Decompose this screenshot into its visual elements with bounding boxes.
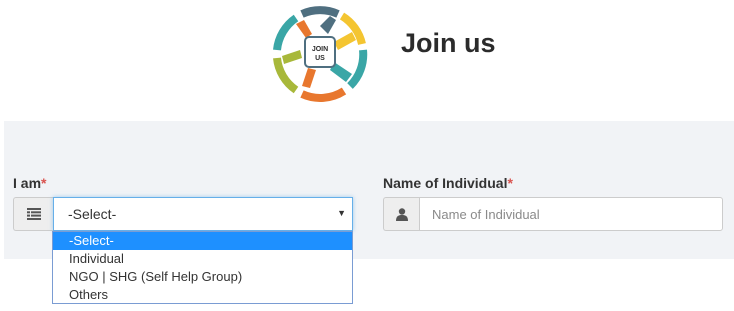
required-mark: *: [41, 175, 47, 191]
option-ngo-shg[interactable]: NGO | SHG (Self Help Group): [53, 268, 352, 286]
name-addon: [383, 197, 420, 231]
i-am-label-text: I am: [13, 175, 42, 191]
name-label-text: Name of Individual: [383, 175, 508, 191]
option-select[interactable]: -Select-: [53, 232, 352, 250]
name-of-individual-input[interactable]: [419, 197, 723, 231]
page-header: JOIN US Join us: [0, 0, 734, 121]
i-am-dropdown-list[interactable]: -Select- Individual NGO | SHG (Self Help…: [52, 231, 353, 304]
user-icon: [396, 207, 408, 221]
option-individual[interactable]: Individual: [53, 250, 352, 268]
i-am-selected-value: -Select-: [68, 206, 117, 222]
page-title: Join us: [401, 28, 496, 58]
logo-text-join: JOIN: [312, 46, 328, 53]
join-us-logo: JOIN US: [272, 6, 368, 102]
required-mark: *: [507, 175, 513, 191]
name-label: Name of Individual*: [383, 175, 513, 191]
i-am-addon: [13, 197, 53, 231]
logo-text-us: US: [315, 55, 325, 62]
option-others[interactable]: Others: [53, 286, 352, 304]
i-am-label: I am*: [13, 175, 46, 191]
i-am-select[interactable]: -Select- ▼: [53, 197, 353, 231]
list-icon: [26, 208, 41, 220]
dropdown-caret-icon: ▼: [337, 208, 346, 218]
